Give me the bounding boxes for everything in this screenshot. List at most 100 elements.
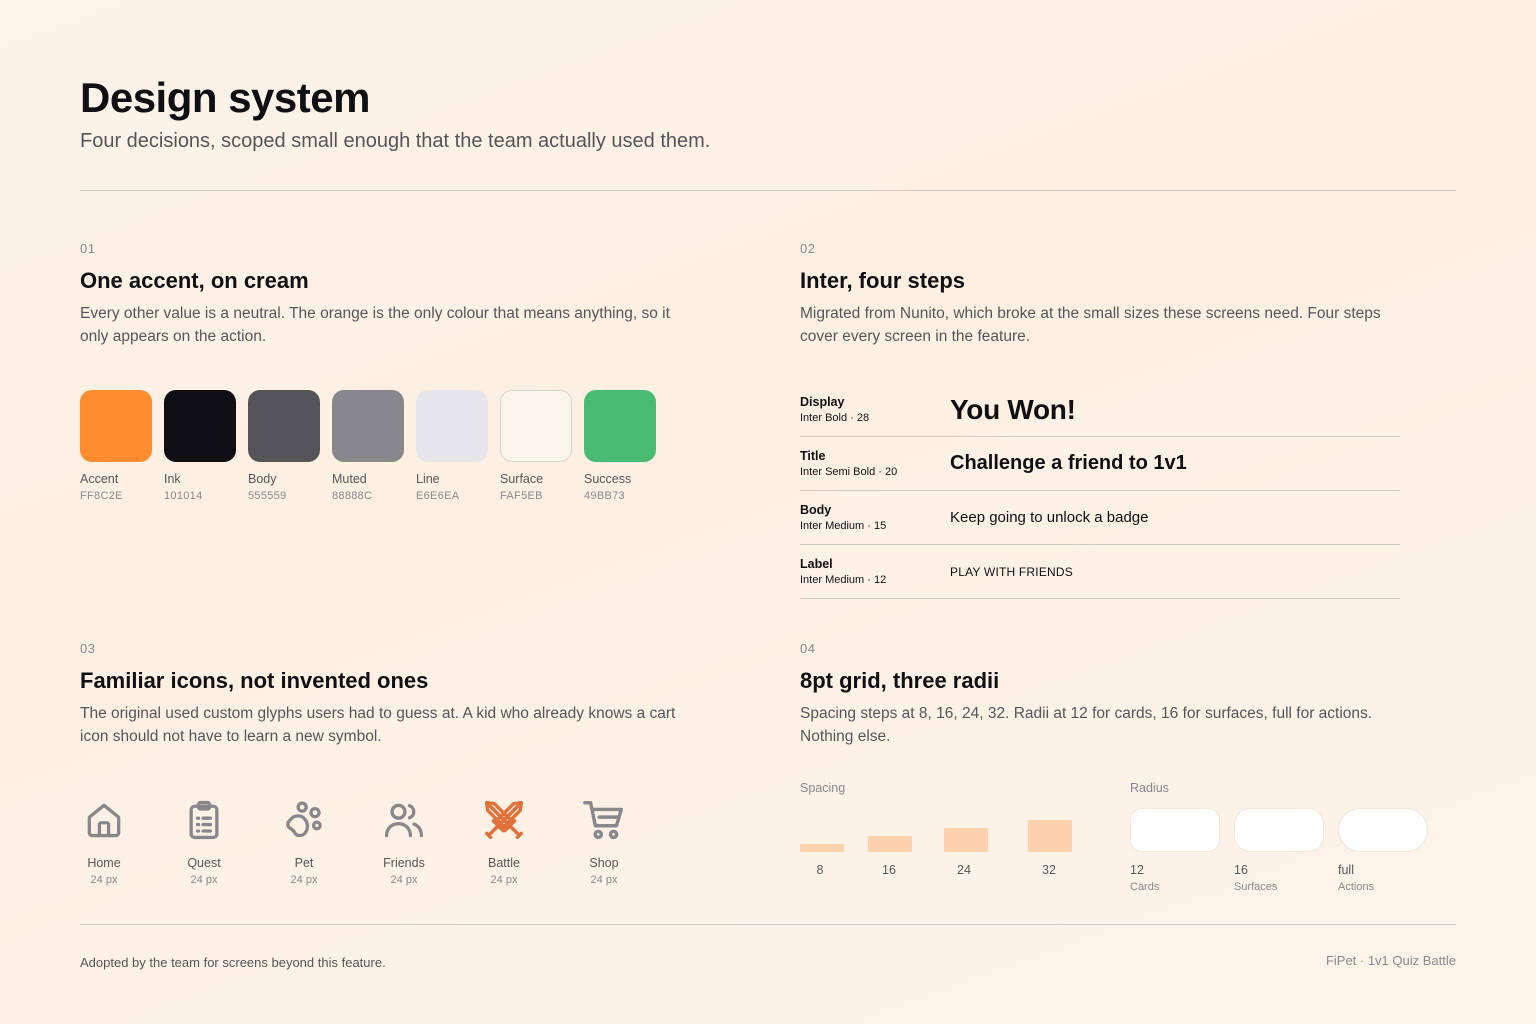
type-row-body: Body Inter Medium · 15 Keep going to unl…: [800, 491, 1400, 545]
swatch-muted: Muted 88888C: [332, 390, 404, 502]
icon-size: 24 px: [390, 874, 418, 886]
colour-swatches: Accent FF8C2E Ink 101014 Body 555559 Mut…: [80, 390, 656, 502]
type-row-title: Title Inter Semi Bold · 20 Challenge a f…: [800, 437, 1400, 491]
icon-set: Home 24 px Quest 24 px Pet 24 px Friends…: [80, 796, 680, 886]
icon-size: 24 px: [490, 874, 518, 886]
icon-name: Home: [87, 856, 121, 870]
icon-item-quest: Quest 24 px: [180, 796, 280, 886]
spacing-value: 24: [957, 863, 971, 877]
type-spec: Inter Bold · 28: [800, 412, 870, 424]
icon-size: 24 px: [590, 874, 618, 886]
type-name: Label: [800, 557, 833, 571]
swatch-name: Muted: [332, 472, 367, 486]
radius-value: full: [1338, 863, 1354, 877]
swatch-name: Accent: [80, 472, 119, 486]
type-sample: You Won!: [950, 393, 1076, 425]
swatch-chip: [164, 390, 236, 462]
swatch-body: Body 555559: [248, 390, 320, 502]
type-row-label: Label Inter Medium · 12 PLAY WITH FRIEND…: [800, 545, 1400, 599]
icon-name: Friends: [383, 856, 425, 870]
icon-name: Shop: [589, 856, 619, 870]
clipboard-icon: [180, 796, 228, 844]
swatch-chip: [500, 390, 572, 462]
icon-size: 24 px: [190, 874, 218, 886]
section-body: Spacing steps at 8, 16, 24, 32. Radii at…: [800, 705, 1373, 745]
cart-icon: [580, 796, 628, 844]
section-body: Migrated from Nunito, which broke at the…: [800, 305, 1381, 345]
type-meta: Title Inter Semi Bold · 20: [800, 449, 950, 478]
section-number: 03: [80, 641, 96, 656]
section-grid: 04 8pt grid, three radii Spacing steps a…: [800, 641, 1440, 748]
swatch-surface: Surface FAF5EB: [500, 390, 572, 502]
swatch-chip: [248, 390, 320, 462]
radius-sample-actions: [1338, 808, 1428, 852]
design-system-page: Design system Four decisions, scoped sma…: [80, 0, 1456, 1024]
crossed-swords-icon: [480, 796, 528, 844]
icon-size: 24 px: [290, 874, 318, 886]
icon-name: Battle: [488, 856, 520, 870]
swatch-hex: 88888C: [332, 490, 373, 502]
icon-item-shop: Shop 24 px: [580, 796, 680, 886]
radius-sample-cards: [1130, 808, 1220, 852]
swatch-name: Body: [248, 472, 277, 486]
spacing-value: 32: [1042, 863, 1056, 877]
swatch-line: Line E6E6EA: [416, 390, 488, 502]
icon-name: Pet: [294, 856, 314, 870]
top-divider: [80, 190, 1456, 191]
type-name: Body: [800, 503, 832, 517]
type-name: Title: [800, 449, 826, 463]
page-subtitle: Four decisions, scoped small enough that…: [80, 130, 711, 152]
swatch-accent: Accent FF8C2E: [80, 390, 152, 502]
spacing-bar-32: [1028, 820, 1072, 852]
swatch-hex: FF8C2E: [80, 490, 123, 502]
radius-value: 12: [1130, 863, 1144, 877]
section-colour: 01 One accent, on cream Every other valu…: [80, 241, 720, 348]
section-body: The original used custom glyphs users ha…: [80, 705, 676, 745]
swatch-name: Surface: [500, 472, 544, 486]
swatch-name: Ink: [164, 472, 181, 486]
type-row-display: Display Inter Bold · 28 You Won!: [800, 383, 1400, 437]
radius-use: Actions: [1338, 881, 1375, 893]
spacing-value: 8: [816, 863, 824, 877]
spacing-bar-16: [868, 836, 912, 852]
type-spec: Inter Medium · 12: [800, 574, 887, 586]
swatch-hex: E6E6EA: [416, 490, 460, 502]
spacing-value: 16: [882, 863, 896, 877]
section-number: 04: [800, 641, 816, 656]
radius-sample-surfaces: [1234, 808, 1324, 852]
bottom-divider: [80, 924, 1456, 925]
icon-item-friends: Friends 24 px: [380, 796, 480, 886]
icon-size: 24 px: [90, 874, 118, 886]
footer-project: FiPet · 1v1 Quiz Battle: [1325, 953, 1456, 968]
swatch-ink: Ink 101014: [164, 390, 236, 502]
spacing-label: Spacing: [800, 781, 846, 795]
icon-name: Quest: [187, 856, 221, 870]
swatch-chip: [416, 390, 488, 462]
type-spec: Inter Medium · 15: [800, 520, 887, 532]
radius-label: Radius: [1130, 781, 1169, 795]
swatch-chip: [332, 390, 404, 462]
section-icons: 03 Familiar icons, not invented ones The…: [80, 641, 720, 748]
radius-value: 16: [1234, 863, 1248, 877]
home-icon: [80, 796, 128, 844]
spacing-bar-24: [944, 828, 988, 852]
section-title: Familiar icons, not invented ones: [80, 668, 429, 693]
section-title: 8pt grid, three radii: [800, 668, 1000, 693]
type-scale: Display Inter Bold · 28 You Won! Title I…: [800, 383, 1400, 599]
swatch-success: Success 49BB73: [584, 390, 656, 502]
icon-item-home: Home 24 px: [80, 796, 180, 886]
footer-note: Adopted by the team for screens beyond t…: [80, 955, 386, 970]
swatch-chip: [80, 390, 152, 462]
spacing-bar-8: [800, 844, 844, 852]
paw-icon: [280, 796, 328, 844]
swatch-name: Success: [584, 472, 632, 486]
icon-item-battle: Battle 24 px: [480, 796, 580, 886]
type-sample: PLAY WITH FRIENDS: [950, 564, 1073, 579]
type-spec: Inter Semi Bold · 20: [800, 466, 898, 478]
radius-use: Surfaces: [1234, 881, 1278, 893]
type-meta: Display Inter Bold · 28: [800, 395, 950, 424]
icon-item-pet: Pet 24 px: [280, 796, 380, 886]
swatch-name: Line: [416, 472, 440, 486]
type-meta: Body Inter Medium · 15: [800, 503, 950, 532]
swatch-hex: FAF5EB: [500, 490, 543, 502]
